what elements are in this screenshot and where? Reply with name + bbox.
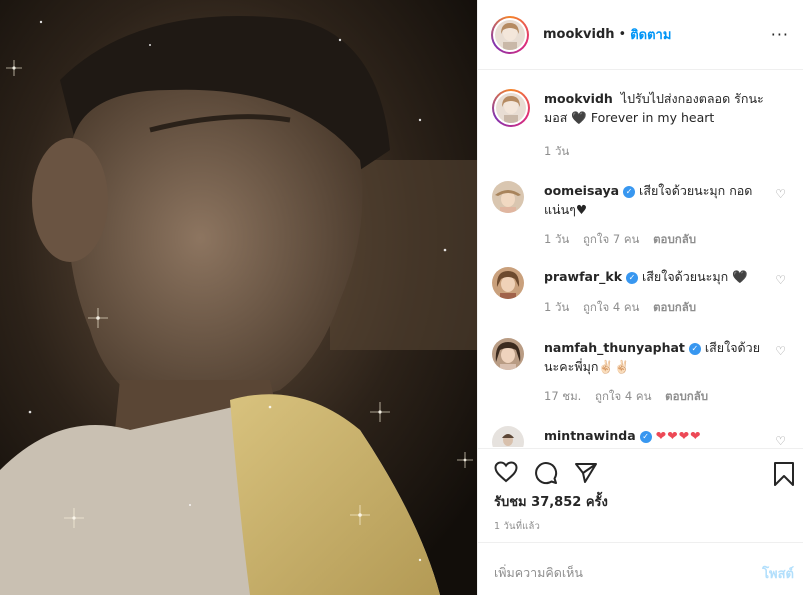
comment-likes[interactable]: ถูกใจ 7 คน <box>583 232 639 246</box>
caption-avatar[interactable] <box>492 89 530 127</box>
commenter-avatar[interactable] <box>492 338 524 370</box>
comment-meta: 1 วัน ถูกใจ 4 คน ตอบกลับ <box>544 299 706 317</box>
like-comment-icon[interactable]: ♡ <box>775 187 786 201</box>
comment-time[interactable]: 17 ชม. <box>544 389 581 403</box>
post-media[interactable] <box>0 0 477 595</box>
comment-likes[interactable]: ถูกใจ 4 คน <box>583 300 639 314</box>
share-icon[interactable] <box>574 461 598 485</box>
follow-button[interactable]: ติดตาม <box>630 24 671 45</box>
verified-badge-icon: ✓ <box>688 343 701 355</box>
like-icon[interactable] <box>494 461 518 483</box>
caption-username[interactable]: mookvidh <box>544 91 613 106</box>
comment-username[interactable]: oomeisaya <box>544 183 619 198</box>
comment-body: mintnawinda ✓ ❤❤❤❤ <box>544 426 769 445</box>
caption-meta: 1 วัน <box>544 143 579 161</box>
comments-list[interactable]: mookvidh ไปรับไปส่งกองตลอด รักนะมอส 🖤 Fo… <box>478 71 803 447</box>
post-comment-button[interactable]: โพสต์ <box>762 563 794 584</box>
comment-text: ❤❤❤❤ <box>655 428 702 443</box>
like-comment-icon[interactable]: ♡ <box>775 434 786 447</box>
commenter-avatar[interactable] <box>492 267 524 299</box>
save-bookmark-icon[interactable] <box>772 461 796 487</box>
verified-badge-icon: ✓ <box>626 272 639 284</box>
comment-composer: เพิ่มความคิดเห็น โพสต์ <box>478 542 803 595</box>
post-photo <box>0 0 477 595</box>
comment-time[interactable]: 1 วัน <box>544 300 569 314</box>
comment-body: oomeisaya ✓ เสียใจด้วยนะมุก กอดแน่นๆ♥ <box>544 181 769 219</box>
avatar-image <box>495 19 525 50</box>
like-comment-icon[interactable]: ♡ <box>775 344 786 358</box>
comment-text: เสียใจด้วยนะมุก 🖤 <box>642 269 748 284</box>
comment-username[interactable]: prawfar_kk <box>544 269 622 284</box>
comment-body: prawfar_kk ✓ เสียใจด้วยนะมุก 🖤 <box>544 267 769 286</box>
reply-button[interactable]: ตอบกลับ <box>665 389 708 403</box>
comment-username[interactable]: namfah_thunyaphat <box>544 340 685 355</box>
view-count[interactable]: รับชม 37,852 ครั้ง <box>494 491 608 512</box>
separator-dot: • <box>618 27 627 42</box>
comment-input[interactable]: เพิ่มความคิดเห็น <box>494 563 583 583</box>
comment-time[interactable]: 1 วัน <box>544 232 569 246</box>
caption-time[interactable]: 1 วัน <box>544 144 569 158</box>
author-avatar[interactable] <box>491 15 529 54</box>
more-options-icon[interactable]: ··· <box>771 25 789 44</box>
comment-meta: 17 ชม. ถูกใจ 4 คน ตอบกลับ <box>544 388 718 406</box>
caption-body: mookvidh ไปรับไปส่งกองตลอด รักนะมอส 🖤 Fo… <box>544 89 769 127</box>
author-username[interactable]: mookvidh <box>543 27 615 42</box>
comment-username[interactable]: mintnawinda <box>544 428 636 443</box>
commenter-avatar[interactable] <box>492 181 524 213</box>
comment-icon[interactable] <box>534 461 558 485</box>
comment-meta: 1 วัน ถูกใจ 7 คน ตอบกลับ <box>544 231 706 249</box>
verified-badge-icon: ✓ <box>639 431 652 443</box>
like-comment-icon[interactable]: ♡ <box>775 273 786 287</box>
action-icons <box>494 461 598 485</box>
comment-likes[interactable]: ถูกใจ 4 คน <box>595 389 651 403</box>
post-timestamp[interactable]: 1 วันที่แล้ว <box>494 519 540 534</box>
commenter-avatar[interactable] <box>492 426 524 447</box>
post-panel: mookvidh • ติดตาม ··· mookvidh ไปรับไปส่… <box>477 0 803 595</box>
avatar-image <box>496 93 526 123</box>
comment-body: namfah_thunyaphat ✓ เสียใจด้วยนะคะพี่มุก✌🏻… <box>544 338 769 376</box>
reply-button[interactable]: ตอบกลับ <box>653 300 696 314</box>
post-actions: รับชม 37,852 ครั้ง 1 วันที่แล้ว <box>478 448 803 542</box>
post-header: mookvidh • ติดตาม ··· <box>478 0 803 70</box>
verified-badge-icon: ✓ <box>623 186 636 198</box>
reply-button[interactable]: ตอบกลับ <box>653 232 696 246</box>
